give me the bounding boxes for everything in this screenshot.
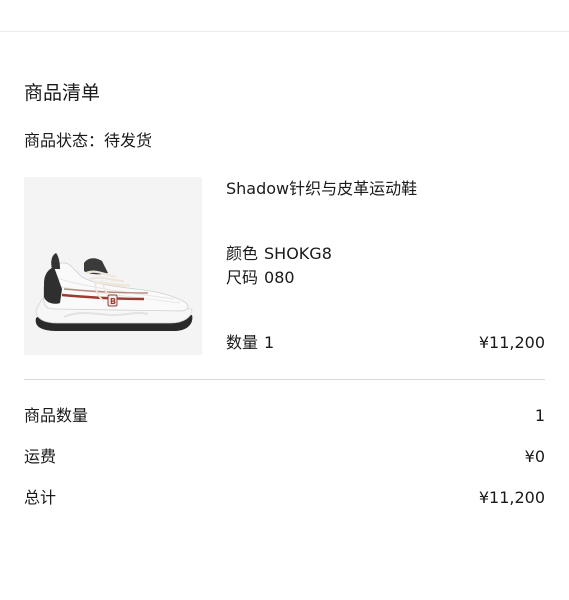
sneaker-icon: B bbox=[35, 253, 193, 331]
order-status: 商品状态：待发货 bbox=[24, 130, 152, 152]
summary-total: 总计 ¥11,200 bbox=[24, 487, 545, 509]
header-divider bbox=[0, 31, 569, 32]
color-value: SHOKG8 bbox=[264, 244, 332, 263]
product-color: 颜色 SHOKG8 bbox=[226, 243, 332, 265]
item-price: ¥11,200 bbox=[478, 333, 545, 352]
color-label: 颜色 bbox=[226, 244, 259, 263]
item-count-value: 1 bbox=[534, 406, 545, 425]
product-size: 尺码 080 bbox=[226, 267, 295, 289]
svg-text:B: B bbox=[110, 297, 116, 306]
summary-shipping: 运费 ¥0 bbox=[24, 446, 545, 468]
product-quantity: 数量 1 bbox=[226, 332, 274, 354]
product-image[interactable]: B bbox=[24, 177, 202, 355]
summary-item-count: 商品数量 1 bbox=[24, 405, 545, 427]
total-value: ¥11,200 bbox=[478, 488, 545, 507]
product-name[interactable]: Shadow针织与皮革运动鞋 bbox=[226, 178, 417, 200]
quantity-label: 数量 bbox=[226, 333, 259, 352]
shipping-label: 运费 bbox=[24, 447, 57, 466]
item-count-label: 商品数量 bbox=[24, 406, 89, 425]
size-value: 080 bbox=[264, 268, 295, 287]
shipping-value: ¥0 bbox=[524, 447, 545, 466]
summary-divider bbox=[24, 379, 545, 380]
quantity-value: 1 bbox=[264, 333, 275, 352]
section-title: 商品清单 bbox=[24, 82, 101, 104]
order-status-label: 商品状态： bbox=[24, 131, 105, 150]
total-label: 总计 bbox=[24, 488, 57, 507]
order-status-value: 待发货 bbox=[104, 131, 153, 150]
size-label: 尺码 bbox=[226, 268, 259, 287]
